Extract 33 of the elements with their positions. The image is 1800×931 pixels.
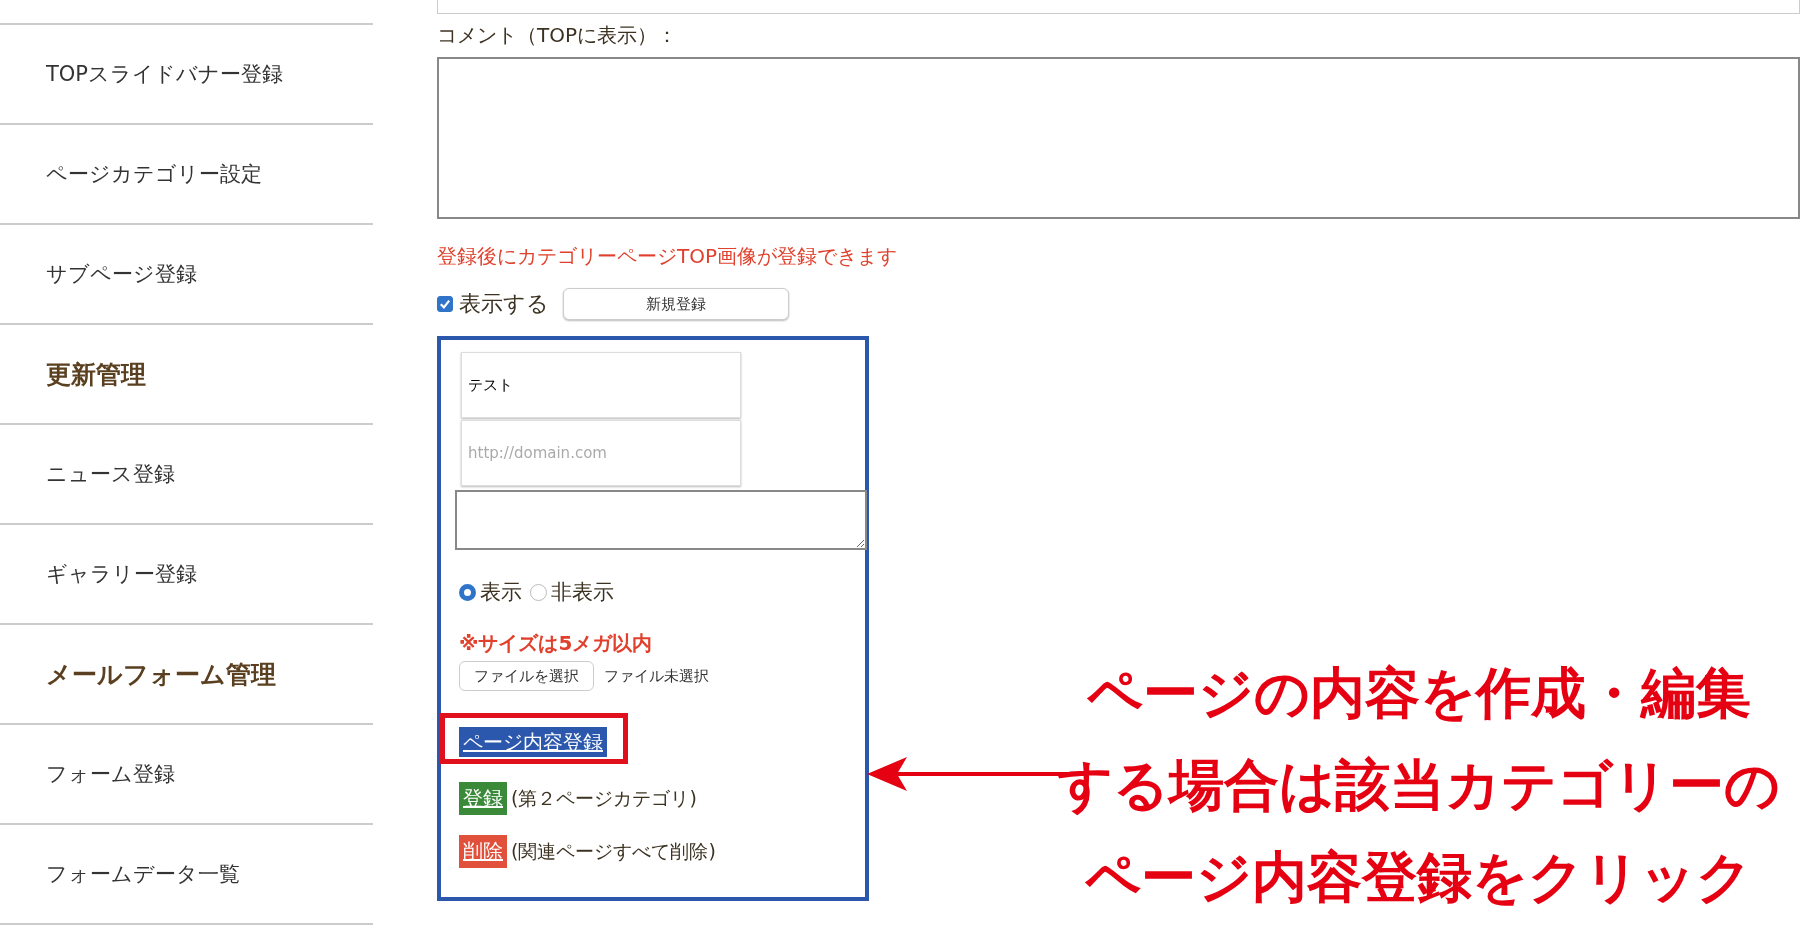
action-note: (第２ページカテゴリ) (511, 785, 697, 811)
checkbox[interactable] (437, 296, 453, 312)
content-link[interactable]: ページ内容登録 (459, 727, 607, 757)
delete-link[interactable]: 削除 (459, 835, 507, 868)
comment-field[interactable] (437, 57, 1800, 219)
checkbox-label: 表示する (459, 290, 549, 318)
action-note: (関連ページすべて削除) (511, 838, 716, 864)
radio-button[interactable] (530, 583, 547, 601)
sidebar-item[interactable]: TOPスライドバナー登録 (46, 60, 284, 88)
radio-label: 非表示 (551, 579, 614, 606)
file-button[interactable]: ファイルを選択 (459, 661, 594, 691)
size-note: ※サイズは5メガ以内 (459, 630, 654, 657)
sidebar-item[interactable]: フォーム登録 (46, 760, 175, 788)
comment-label: コメント（TOPに表示）： (437, 22, 679, 49)
sidebar-item[interactable]: ニュース登録 (46, 460, 175, 488)
annotation-text: ページの内容を作成・編集 (1086, 660, 1751, 727)
input-field[interactable] (437, 0, 1800, 14)
register-link[interactable]: 登録 (459, 782, 507, 815)
radio-button[interactable] (459, 583, 476, 601)
sidebar-item[interactable]: サブページ登録 (46, 260, 197, 288)
description-field[interactable] (455, 490, 867, 550)
sidebar-item[interactable]: ギャラリー登録 (46, 560, 197, 588)
name-field[interactable]: テスト (461, 352, 741, 418)
sidebar-item[interactable]: フォームデータ一覧 (46, 860, 240, 888)
url-field[interactable]: http://domain.com (461, 420, 741, 486)
radio-label: 表示 (480, 579, 522, 606)
sidebar-heading: 更新管理 (46, 358, 146, 391)
sidebar-heading: メールフォーム管理 (46, 658, 276, 691)
new-button[interactable]: 新規登録 (563, 288, 789, 320)
notice-text: 登録後にカテゴリーページTOP画像が登録できます (437, 243, 899, 270)
file-status: ファイル未選択 (604, 666, 709, 686)
annotation-text: ページ内容登録をクリック (1085, 844, 1752, 911)
sidebar-item[interactable]: ページカテゴリー設定 (46, 160, 262, 188)
